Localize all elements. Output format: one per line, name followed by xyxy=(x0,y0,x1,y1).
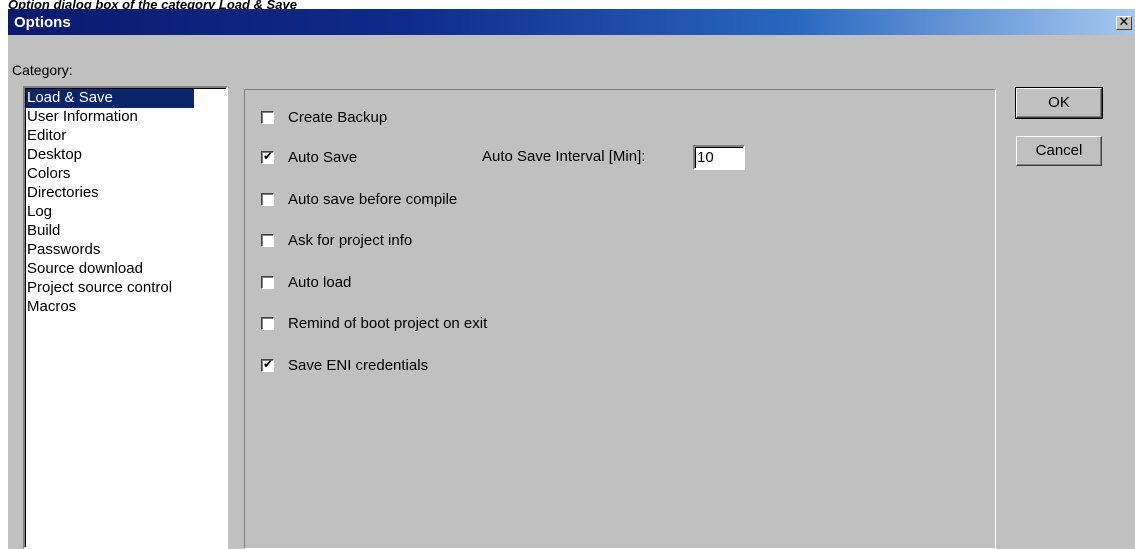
save-eni-credentials-label: Save ENI credentials xyxy=(288,356,429,374)
auto-save-before-compile-label: Auto save before compile xyxy=(288,190,458,208)
create-backup-checkbox[interactable] xyxy=(261,109,274,124)
auto-load-label: Auto load xyxy=(288,273,352,291)
page: Option dialog box of the category Load &… xyxy=(0,0,1135,549)
category-item[interactable]: Editor xyxy=(26,127,194,146)
dialog-title: Options xyxy=(14,14,71,31)
auto-save-checkbox[interactable]: ✔ xyxy=(261,148,274,164)
category-item[interactable]: Load & Save xyxy=(26,89,194,108)
create-backup-label: Create Backup xyxy=(288,108,388,126)
category-item[interactable]: Colors xyxy=(26,165,194,184)
cancel-button[interactable]: Cancel xyxy=(1016,136,1102,166)
category-item[interactable]: Log xyxy=(26,203,194,222)
ask-project-info-checkbox[interactable] xyxy=(261,232,274,247)
auto-save-before-compile-option[interactable]: Auto save before compile xyxy=(261,190,458,208)
category-item[interactable]: Project source control xyxy=(26,279,194,298)
category-item[interactable]: Source download xyxy=(26,260,194,279)
check-icon xyxy=(262,274,274,286)
check-icon: ✔ xyxy=(262,356,274,371)
create-backup-option[interactable]: Create Backup xyxy=(261,108,388,126)
close-icon[interactable]: ✕ xyxy=(1116,16,1132,30)
category-item[interactable]: Passwords xyxy=(26,241,194,260)
category-item[interactable]: Build xyxy=(26,222,194,241)
category-item[interactable]: Macros xyxy=(26,298,194,317)
check-icon xyxy=(262,315,274,327)
category-list-items: Load & Save User Information Editor Desktop… xyxy=(25,88,226,547)
save-eni-credentials-checkbox[interactable]: ✔ xyxy=(261,356,274,372)
remind-boot-project-label: Remind of boot project on exit xyxy=(288,314,488,332)
ask-project-info-label: Ask for project info xyxy=(288,231,413,249)
category-label: Category: xyxy=(12,62,73,78)
auto-save-before-compile-checkbox[interactable] xyxy=(261,191,274,206)
auto-load-checkbox[interactable] xyxy=(261,274,274,289)
remind-boot-project-option[interactable]: Remind of boot project on exit xyxy=(261,314,488,332)
auto-save-interval-label: Auto Save Interval [Min]: xyxy=(482,148,646,165)
auto-save-interval-input[interactable] xyxy=(693,145,745,170)
check-icon xyxy=(262,232,274,244)
category-item[interactable]: Desktop xyxy=(26,146,194,165)
ask-project-info-option[interactable]: Ask for project info xyxy=(261,231,413,249)
auto-save-option[interactable]: ✔ Auto Save xyxy=(261,148,358,166)
check-icon: ✔ xyxy=(262,148,274,163)
category-item[interactable]: User Information xyxy=(26,108,194,127)
options-dialog: Options ✕ Category: Load & Save User Info… xyxy=(8,9,1135,549)
check-icon xyxy=(262,109,274,121)
save-eni-credentials-option[interactable]: ✔ Save ENI credentials xyxy=(261,356,429,374)
category-list[interactable]: Load & Save User Information Editor Desktop… xyxy=(23,86,228,549)
remind-boot-project-checkbox[interactable] xyxy=(261,315,274,330)
ok-button[interactable]: OK xyxy=(1015,87,1103,119)
auto-load-option[interactable]: Auto load xyxy=(261,273,352,291)
check-icon xyxy=(262,191,274,203)
auto-save-label: Auto Save xyxy=(288,148,358,166)
title-bar[interactable]: Options ✕ xyxy=(8,9,1135,35)
category-item[interactable]: Directories xyxy=(26,184,194,203)
